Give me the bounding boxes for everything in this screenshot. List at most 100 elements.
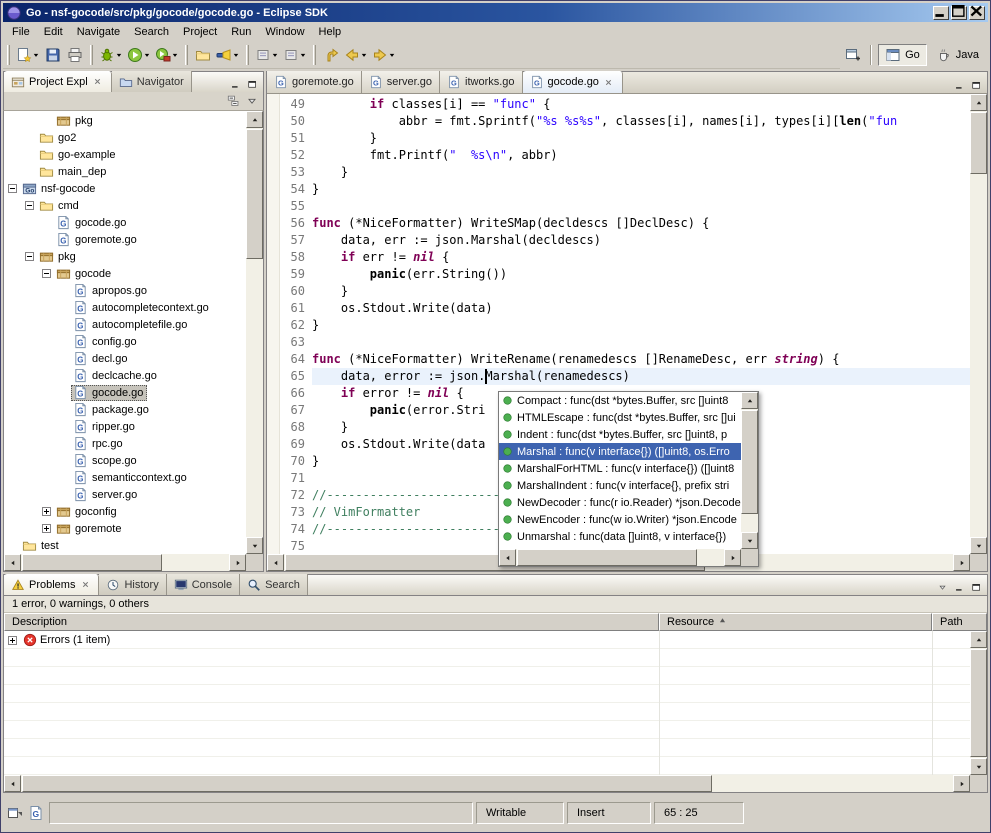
scrollbar-thumb[interactable] <box>246 129 263 259</box>
editor-tab-server-go[interactable]: Gserver.go <box>362 71 440 93</box>
code-line[interactable]: 55 <box>280 198 970 215</box>
menu-navigate[interactable]: Navigate <box>70 24 127 40</box>
back-dropdown-icon[interactable] <box>360 47 368 63</box>
external-tools-dropdown-icon[interactable] <box>171 47 179 63</box>
code-line[interactable]: 62} <box>280 317 970 334</box>
code-line[interactable]: 58 if err != nil { <box>280 249 970 266</box>
tree-item[interactable]: Gonsf-gocode <box>4 180 246 197</box>
column-header-path[interactable]: Path <box>932 613 987 631</box>
view-menu-icon[interactable] <box>245 94 259 108</box>
run-dropdown-icon[interactable] <box>143 47 151 63</box>
autocomplete-item[interactable]: MarshalForHTML : func(v interface{}) ([]… <box>499 460 741 477</box>
minimize-view-icon[interactable] <box>227 77 244 92</box>
run-button[interactable] <box>125 44 153 66</box>
tree-minus-expander[interactable] <box>25 201 34 210</box>
popup-vertical-scrollbar[interactable] <box>741 392 758 549</box>
scroll-down-button[interactable] <box>741 532 758 549</box>
next-annotation-dropdown-icon[interactable] <box>271 47 279 63</box>
code-line[interactable]: 53 } <box>280 164 970 181</box>
scroll-up-button[interactable] <box>970 631 987 648</box>
forward-button[interactable] <box>370 44 398 66</box>
perspective-java[interactable]: Java <box>929 44 986 66</box>
tree-item[interactable]: Gscope.go <box>4 452 246 469</box>
editor-vertical-scrollbar[interactable] <box>970 94 987 554</box>
code-line[interactable]: 64func (*NiceFormatter) WriteRename(rena… <box>280 351 970 368</box>
autocomplete-item[interactable]: MarshalIndent : func(v interface{}, pref… <box>499 477 741 494</box>
column-header-resource[interactable]: Resource <box>659 613 932 631</box>
tree-item[interactable]: Gautocompletefile.go <box>4 316 246 333</box>
tree-horizontal-scrollbar[interactable] <box>4 554 246 571</box>
tree-item[interactable]: Gdecl.go <box>4 350 246 367</box>
popup-horizontal-scrollbar[interactable] <box>499 549 741 566</box>
tree-item[interactable]: Gapropos.go <box>4 282 246 299</box>
problems-row[interactable]: Errors (1 item) <box>4 631 970 649</box>
tree-minus-expander[interactable] <box>8 184 17 193</box>
code-line[interactable]: 59 panic(err.String()) <box>280 266 970 283</box>
tree-item[interactable]: gocode <box>4 265 246 282</box>
editor-tab-gocode-go[interactable]: Ggocode.go <box>523 71 623 93</box>
tree-item[interactable]: Ggocode.go <box>4 214 246 231</box>
scroll-down-button[interactable] <box>246 537 263 554</box>
close-window-button[interactable] <box>969 6 985 20</box>
forward-dropdown-icon[interactable] <box>388 47 396 63</box>
scroll-right-button[interactable] <box>229 554 246 571</box>
tree-item[interactable]: Gdeclcache.go <box>4 367 246 384</box>
tab-close-icon[interactable] <box>79 579 91 591</box>
perspective-go[interactable]: Go <box>878 44 927 66</box>
menu-window[interactable]: Window <box>258 24 311 40</box>
annotation-ruler[interactable] <box>267 94 280 554</box>
scroll-right-button[interactable] <box>953 775 970 792</box>
tree-item[interactable]: cmd <box>4 197 246 214</box>
autocomplete-item[interactable]: Marshal : func(v interface{}) ([]uint8, … <box>499 443 741 460</box>
scroll-left-button[interactable] <box>4 554 21 571</box>
search-button[interactable] <box>214 44 242 66</box>
menu-run[interactable]: Run <box>224 24 258 40</box>
tree-item[interactable]: Grpc.go <box>4 435 246 452</box>
scroll-up-button[interactable] <box>970 94 987 111</box>
autocomplete-item[interactable]: Indent : func(dst *bytes.Buffer, src []u… <box>499 426 741 443</box>
tree-item[interactable]: go2 <box>4 129 246 146</box>
tree-plus-expander[interactable] <box>42 507 51 516</box>
panel-tab-console[interactable]: Console <box>167 574 240 595</box>
maximize-editor-icon[interactable] <box>968 78 985 93</box>
autocomplete-item[interactable]: NewDecoder : func(r io.Reader) *json.Dec… <box>499 494 741 511</box>
last-edit-location-button[interactable] <box>320 44 342 66</box>
minimize-editor-icon[interactable] <box>951 78 968 93</box>
autocomplete-item[interactable]: Unmarshal : func(data []uint8, v interfa… <box>499 528 741 545</box>
tree-item[interactable]: Gsemanticcontext.go <box>4 469 246 486</box>
scrollbar-thumb[interactable] <box>970 112 987 174</box>
debug-button[interactable] <box>97 44 125 66</box>
tree-minus-expander[interactable] <box>42 269 51 278</box>
code-line[interactable]: 49 if classes[i] == "func" { <box>280 96 970 113</box>
minimize-view-icon[interactable] <box>951 580 968 595</box>
view-tab-navigator[interactable]: Navigator <box>112 71 192 92</box>
panel-tab-search[interactable]: Search <box>240 574 308 595</box>
scrollbar-thumb[interactable] <box>970 649 987 757</box>
code-line[interactable]: 57 data, err := json.Marshal(decldescs) <box>280 232 970 249</box>
scroll-left-button[interactable] <box>499 549 516 566</box>
problems-vertical-scrollbar[interactable] <box>970 631 987 775</box>
code-line[interactable]: 54} <box>280 181 970 198</box>
panel-tab-problems[interactable]: Problems <box>4 574 99 595</box>
scroll-up-button[interactable] <box>246 111 263 128</box>
tree-item[interactable]: go-example <box>4 146 246 163</box>
tree-item[interactable]: Ggoremote.go <box>4 231 246 248</box>
tree-item[interactable]: main_dep <box>4 163 246 180</box>
tree-item[interactable]: Gpackage.go <box>4 401 246 418</box>
tree-item[interactable]: Gconfig.go <box>4 333 246 350</box>
minimize-window-button[interactable] <box>933 6 949 20</box>
tree-item[interactable]: Gautocompletecontext.go <box>4 299 246 316</box>
code-line[interactable]: 52 fmt.Printf(" %s\n", abbr) <box>280 147 970 164</box>
scroll-up-button[interactable] <box>741 392 758 409</box>
scroll-right-button[interactable] <box>953 554 970 571</box>
tree-item[interactable]: Ggocode.go <box>4 384 246 401</box>
external-tools-button[interactable] <box>153 44 181 66</box>
code-line[interactable]: 61 os.Stdout.Write(data) <box>280 300 970 317</box>
next-annotation-button[interactable] <box>253 44 281 66</box>
code-line[interactable]: 56func (*NiceFormatter) WriteSMap(declde… <box>280 215 970 232</box>
open-resource-button[interactable] <box>192 44 214 66</box>
column-header-description[interactable]: Description <box>4 613 659 631</box>
tab-close-icon[interactable] <box>92 76 104 88</box>
print-button[interactable] <box>64 44 86 66</box>
view-menu-icon[interactable] <box>934 580 951 595</box>
